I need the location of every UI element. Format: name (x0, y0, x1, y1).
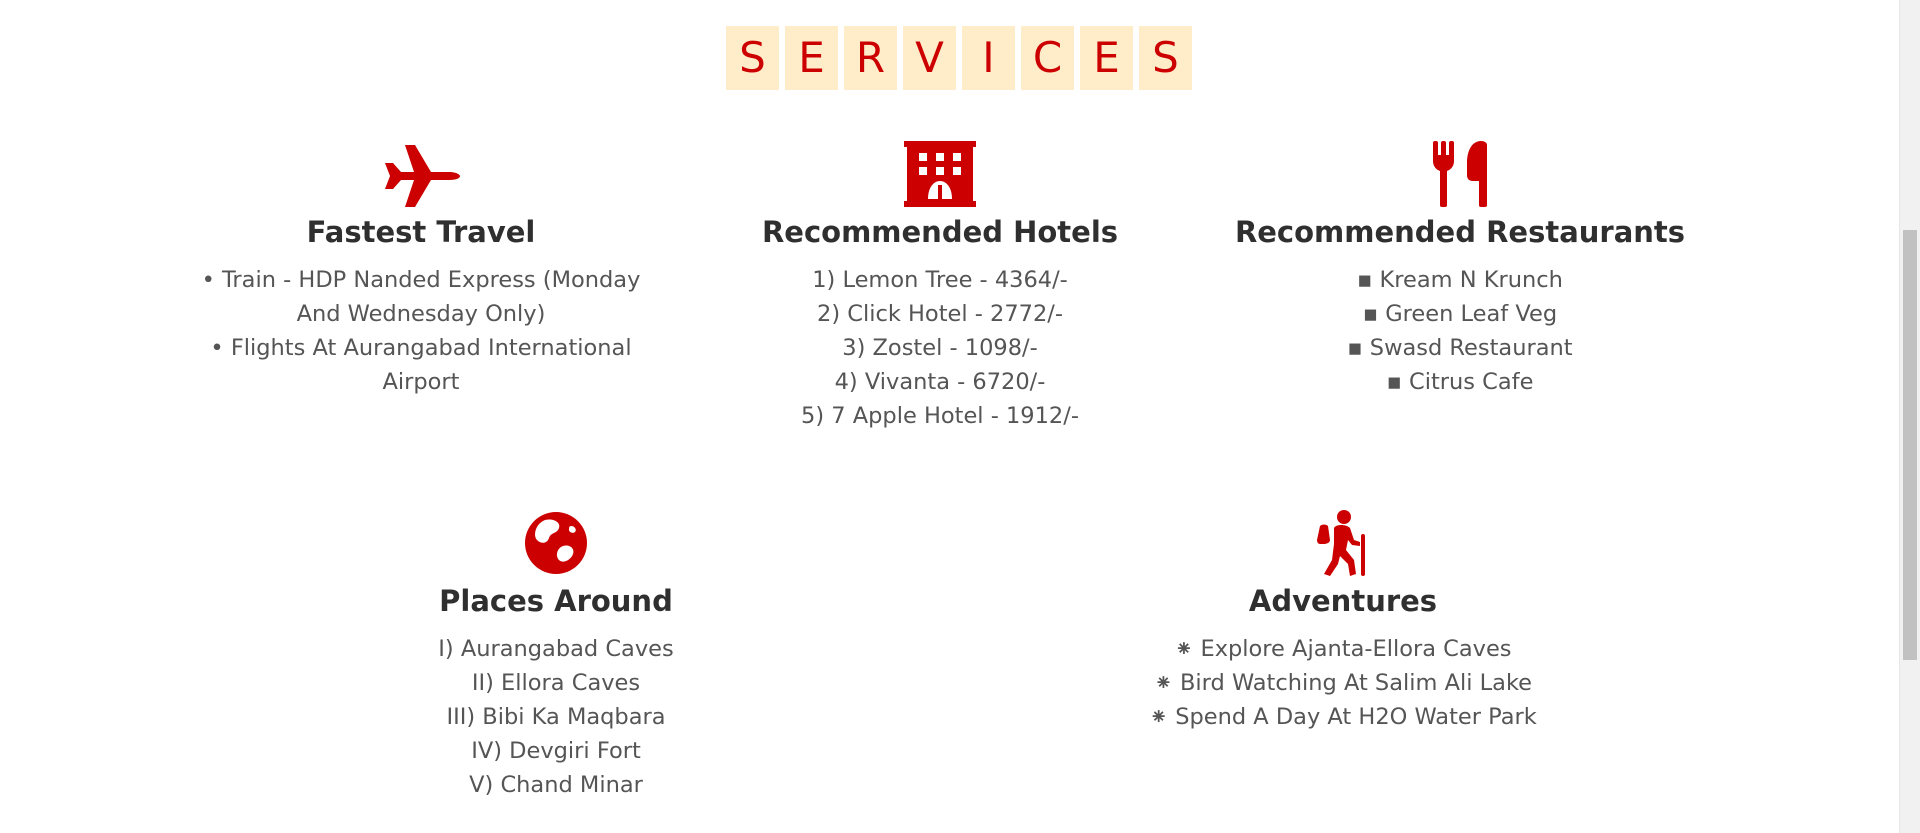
vertical-scrollbar[interactable] (1899, 0, 1920, 833)
heading-letter: S (726, 26, 779, 90)
scrollbar-thumb[interactable] (1903, 230, 1917, 660)
service-title: Adventures (1248, 584, 1438, 618)
list-item: ▪ Citrus Cafe (1386, 369, 1534, 395)
service-title: Recommended Restaurants (1234, 215, 1686, 249)
list-item: ⁕ Spend A Day At H2O Water Park (1149, 704, 1537, 730)
heading-letter: C (1021, 26, 1074, 90)
list-item: II) Ellora Caves (471, 670, 641, 696)
heading-letter: E (1080, 26, 1133, 90)
service-list: I) Aurangabad Caves II) Ellora Caves III… (276, 632, 836, 802)
list-item: 5) 7 Apple Hotel - 1912/- (801, 403, 1079, 429)
list-item: ▪ Swasd Restaurant (1347, 335, 1573, 361)
list-item: • Flights At Aurangabad International Ai… (210, 335, 632, 395)
list-item: 1) Lemon Tree - 4364/- (812, 267, 1068, 293)
service-title: Places Around (439, 584, 673, 618)
service-list: ⁕ Explore Ajanta-Ellora Caves ⁕ Bird Wat… (1063, 632, 1623, 734)
list-item: IV) Devgiri Fort (471, 738, 641, 764)
page: S E R V I C E S Fastest Travel • Train -… (0, 0, 1920, 833)
globe-icon (276, 510, 836, 576)
services-heading: S E R V I C E S (726, 26, 1192, 90)
service-card-restaurants: Recommended Restaurants ▪ Kream N Krunch… (1180, 141, 1740, 399)
hotel-icon (660, 141, 1220, 207)
plane-icon (141, 141, 701, 207)
list-item: 2) Click Hotel - 2772/- (817, 301, 1063, 327)
heading-letter: E (785, 26, 838, 90)
heading-letter: V (903, 26, 956, 90)
heading-letter: R (844, 26, 897, 90)
list-item: V) Chand Minar (469, 772, 643, 798)
service-title: Fastest Travel (306, 215, 536, 249)
list-item: I) Aurangabad Caves (438, 636, 674, 662)
list-item: III) Bibi Ka Maqbara (446, 704, 666, 730)
service-card-hotels: Recommended Hotels 1) Lemon Tree - 4364/… (660, 141, 1220, 433)
service-title: Recommended Hotels (761, 215, 1119, 249)
list-item: 3) Zostel - 1098/- (842, 335, 1038, 361)
service-card-places: Places Around I) Aurangabad Caves II) El… (276, 510, 836, 802)
heading-letter: I (962, 26, 1015, 90)
list-item: 4) Vivanta - 6720/- (834, 369, 1046, 395)
service-card-travel: Fastest Travel • Train - HDP Nanded Expr… (141, 141, 701, 399)
service-list: • Train - HDP Nanded Express (Monday And… (201, 263, 641, 399)
utensils-icon (1180, 141, 1740, 207)
list-item: ⁕ Bird Watching At Salim Ali Lake (1153, 670, 1533, 696)
list-item: • Train - HDP Nanded Express (Monday And… (201, 267, 641, 327)
heading-letter: S (1139, 26, 1192, 90)
service-list: 1) Lemon Tree - 4364/- 2) Click Hotel - … (660, 263, 1220, 433)
list-item: ⁕ Explore Ajanta-Ellora Caves (1174, 636, 1512, 662)
list-item: ▪ Green Leaf Veg (1362, 301, 1558, 327)
service-card-adventures: Adventures ⁕ Explore Ajanta-Ellora Caves… (1063, 510, 1623, 734)
list-item: ▪ Kream N Krunch (1357, 267, 1563, 293)
hiking-icon (1063, 510, 1623, 576)
service-list: ▪ Kream N Krunch ▪ Green Leaf Veg ▪ Swas… (1180, 263, 1740, 399)
